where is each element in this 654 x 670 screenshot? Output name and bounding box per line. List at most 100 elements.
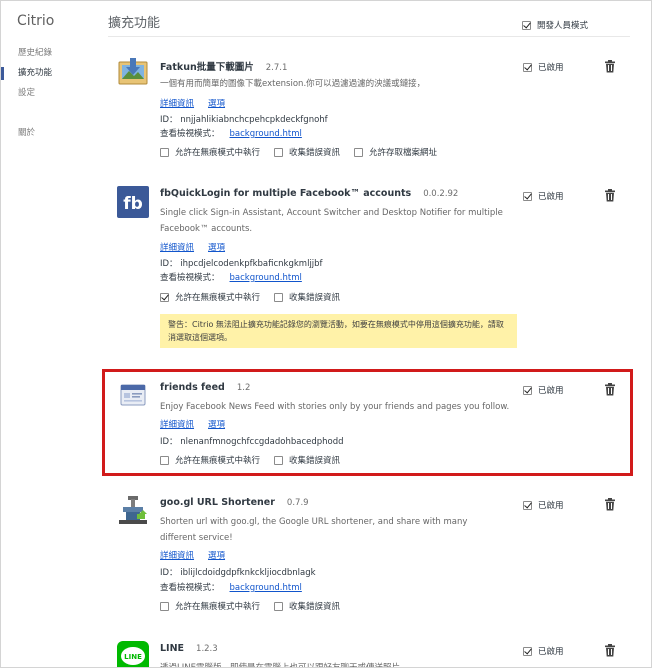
incognito-warning: 警告：Citrio 無法阻止擴充功能記錄您的瀏覽活動，如要在無痕模式中停用這個擴…	[160, 314, 517, 348]
options-link[interactable]: 選項	[208, 97, 225, 109]
collect-errors-option[interactable]: 收集錯誤資訊	[274, 600, 340, 612]
details-link[interactable]: 詳細資訊	[160, 549, 194, 561]
line-icon: LINE	[117, 641, 149, 667]
inspect-views-label: 查看檢視模式：	[160, 583, 220, 593]
extension-item: LINE LINE 1.2.3 透過LINE電腦版，即使是在電腦上也可以跟好友聊…	[108, 641, 630, 668]
sidebar-item-extensions[interactable]: 擴充功能	[1, 63, 101, 83]
enabled-label: 已啟用	[538, 63, 564, 73]
dev-mode-checkbox[interactable]	[522, 20, 531, 30]
extension-name: fbQuickLogin for multiple Facebook™ acco…	[160, 188, 412, 199]
background-page-link[interactable]: background.html	[230, 583, 302, 593]
inspect-views-label: 查看檢視模式：	[160, 129, 220, 139]
extension-id: ID： ihpcdjelcodenkpfkbaficnkgkmljjbf	[160, 259, 323, 269]
collect-errors-checkbox[interactable]	[274, 292, 284, 302]
extension-name: goo.gl URL Shortener	[160, 497, 275, 508]
allow-incognito-label: 允許在無痕模式中執行	[175, 148, 261, 158]
collect-errors-checkbox[interactable]	[274, 601, 284, 611]
extension-links: 詳細資訊 選項	[160, 549, 225, 561]
extension-version: 1.2.3	[196, 644, 218, 654]
extension-id: ID： nnjjahlikiabnchcpehcpkdeckfgnohf	[160, 115, 328, 125]
collect-errors-label: 收集錯誤資訊	[289, 293, 341, 303]
allow-incognito-checkbox[interactable]	[160, 147, 169, 157]
sidebar: Citrio 歷史紀錄 擴充功能 設定 關於	[1, 1, 101, 667]
options-link[interactable]: 選項	[208, 241, 225, 253]
enable-checkbox[interactable]	[523, 62, 532, 72]
extension-links: 詳細資訊 選項	[160, 241, 225, 253]
sidebar-item-history[interactable]: 歷史紀錄	[1, 43, 101, 63]
options-link[interactable]: 選項	[208, 549, 225, 561]
details-link[interactable]: 詳細資訊	[160, 97, 194, 109]
download-images-icon	[118, 58, 148, 85]
allow-incognito-checkbox[interactable]	[160, 601, 169, 611]
background-page-link[interactable]: background.html	[230, 129, 302, 139]
extension-options: 允許在無痕模式中執行 收集錯誤資訊	[160, 291, 340, 303]
brand-title: Citrio	[17, 13, 55, 29]
extension-item: goo.gl URL Shortener 0.7.9 Shorten url w…	[108, 495, 630, 615]
sidebar-nav: 歷史紀錄 擴充功能 設定 關於	[1, 43, 101, 143]
dev-mode-label: 開發人員模式	[537, 21, 589, 31]
enable-checkbox[interactable]	[523, 500, 532, 510]
sidebar-item-settings[interactable]: 設定	[1, 83, 101, 103]
trash-icon[interactable]	[604, 498, 616, 511]
file-access-label: 允許存取檔案網址	[369, 148, 438, 158]
allow-incognito-option[interactable]: 允許在無痕模式中執行	[160, 291, 260, 303]
collect-errors-label: 收集錯誤資訊	[289, 148, 341, 158]
allow-incognito-label: 允許在無痕模式中執行	[175, 293, 261, 303]
collect-errors-option[interactable]: 收集錯誤資訊	[274, 146, 340, 158]
svg-text:fb: fb	[123, 194, 143, 214]
extension-title-row: goo.gl URL Shortener 0.7.9	[160, 497, 309, 508]
enable-toggle[interactable]: 已啟用	[523, 190, 564, 202]
extension-title-row: LINE 1.2.3	[160, 643, 218, 654]
collect-errors-option[interactable]: 收集錯誤資訊	[274, 291, 340, 303]
extension-name: Fatkun批量下載圖片	[160, 62, 254, 73]
sidebar-item-about[interactable]: 關於	[1, 123, 101, 143]
trash-icon[interactable]	[604, 644, 616, 657]
extension-title-row: fbQuickLogin for multiple Facebook™ acco…	[160, 188, 458, 199]
svg-text:LINE: LINE	[124, 653, 142, 661]
extension-description: 透過LINE電腦版，即使是在電腦上也可以跟好友聊天或傳送照片	[160, 663, 400, 668]
vise-icon	[119, 496, 147, 524]
allow-incognito-label: 允許在無痕模式中執行	[175, 602, 261, 612]
allow-incognito-option[interactable]: 允許在無痕模式中執行	[160, 600, 260, 612]
enabled-label: 已啟用	[538, 501, 564, 511]
highlight-box	[102, 369, 633, 476]
collect-errors-checkbox[interactable]	[274, 147, 284, 157]
extension-version: 0.7.9	[286, 498, 309, 508]
extension-id: ID： iblijlcdoidgdpfknkckljiocdbnlagk	[160, 568, 316, 578]
extensions-page: Citrio 歷史紀錄 擴充功能 設定 關於 擴充功能 開發人員模式 Fatku…	[0, 0, 652, 668]
allow-incognito-option[interactable]: 允許在無痕模式中執行	[160, 146, 260, 158]
enable-toggle[interactable]: 已啟用	[523, 61, 564, 73]
extension-item: Fatkun批量下載圖片 2.7.1 一個有用而簡單的圖像下載extension…	[108, 57, 630, 167]
details-link[interactable]: 詳細資訊	[160, 241, 194, 253]
enable-toggle[interactable]: 已啟用	[523, 645, 564, 657]
inspect-views: 查看檢視模式： background.html	[160, 127, 302, 139]
allow-incognito-checkbox[interactable]	[160, 292, 169, 302]
dev-mode-toggle[interactable]: 開發人員模式	[522, 19, 588, 31]
enable-checkbox[interactable]	[523, 646, 532, 656]
extension-links: 詳細資訊 選項	[160, 97, 225, 109]
trash-icon[interactable]	[604, 189, 616, 202]
extension-description: 一個有用而簡單的圖像下載extension.你可以過濾過濾的泱議或鏈接，	[160, 79, 426, 89]
inspect-views: 查看檢視模式： background.html	[160, 581, 302, 593]
fb-icon: fb	[117, 186, 149, 218]
extension-version: 0.0.2.92	[423, 189, 459, 199]
enable-checkbox[interactable]	[523, 191, 532, 201]
enable-toggle[interactable]: 已啟用	[523, 499, 564, 511]
trash-icon[interactable]	[604, 60, 616, 73]
page-title: 擴充功能	[108, 16, 161, 31]
extension-options: 允許在無痕模式中執行 收集錯誤資訊 允許存取檔案網址	[160, 146, 437, 158]
extension-item: fb fbQuickLogin for multiple Facebook™ a…	[108, 186, 630, 348]
collect-errors-label: 收集錯誤資訊	[289, 602, 341, 612]
extension-description: Single click Sign-in Assistant, Account …	[160, 208, 503, 234]
extension-description: Shorten url with goo.gl, the Google URL …	[160, 517, 468, 543]
extension-name: LINE	[160, 643, 185, 654]
inspect-views-label: 查看檢視模式：	[160, 273, 220, 283]
enabled-label: 已啟用	[538, 192, 564, 202]
background-page-link[interactable]: background.html	[230, 273, 302, 283]
file-access-checkbox[interactable]	[354, 147, 364, 157]
file-access-option[interactable]: 允許存取檔案網址	[354, 146, 437, 158]
extension-title-row: Fatkun批量下載圖片 2.7.1	[160, 59, 287, 73]
header-divider	[108, 36, 630, 37]
inspect-views: 查看檢視模式： background.html	[160, 271, 302, 283]
